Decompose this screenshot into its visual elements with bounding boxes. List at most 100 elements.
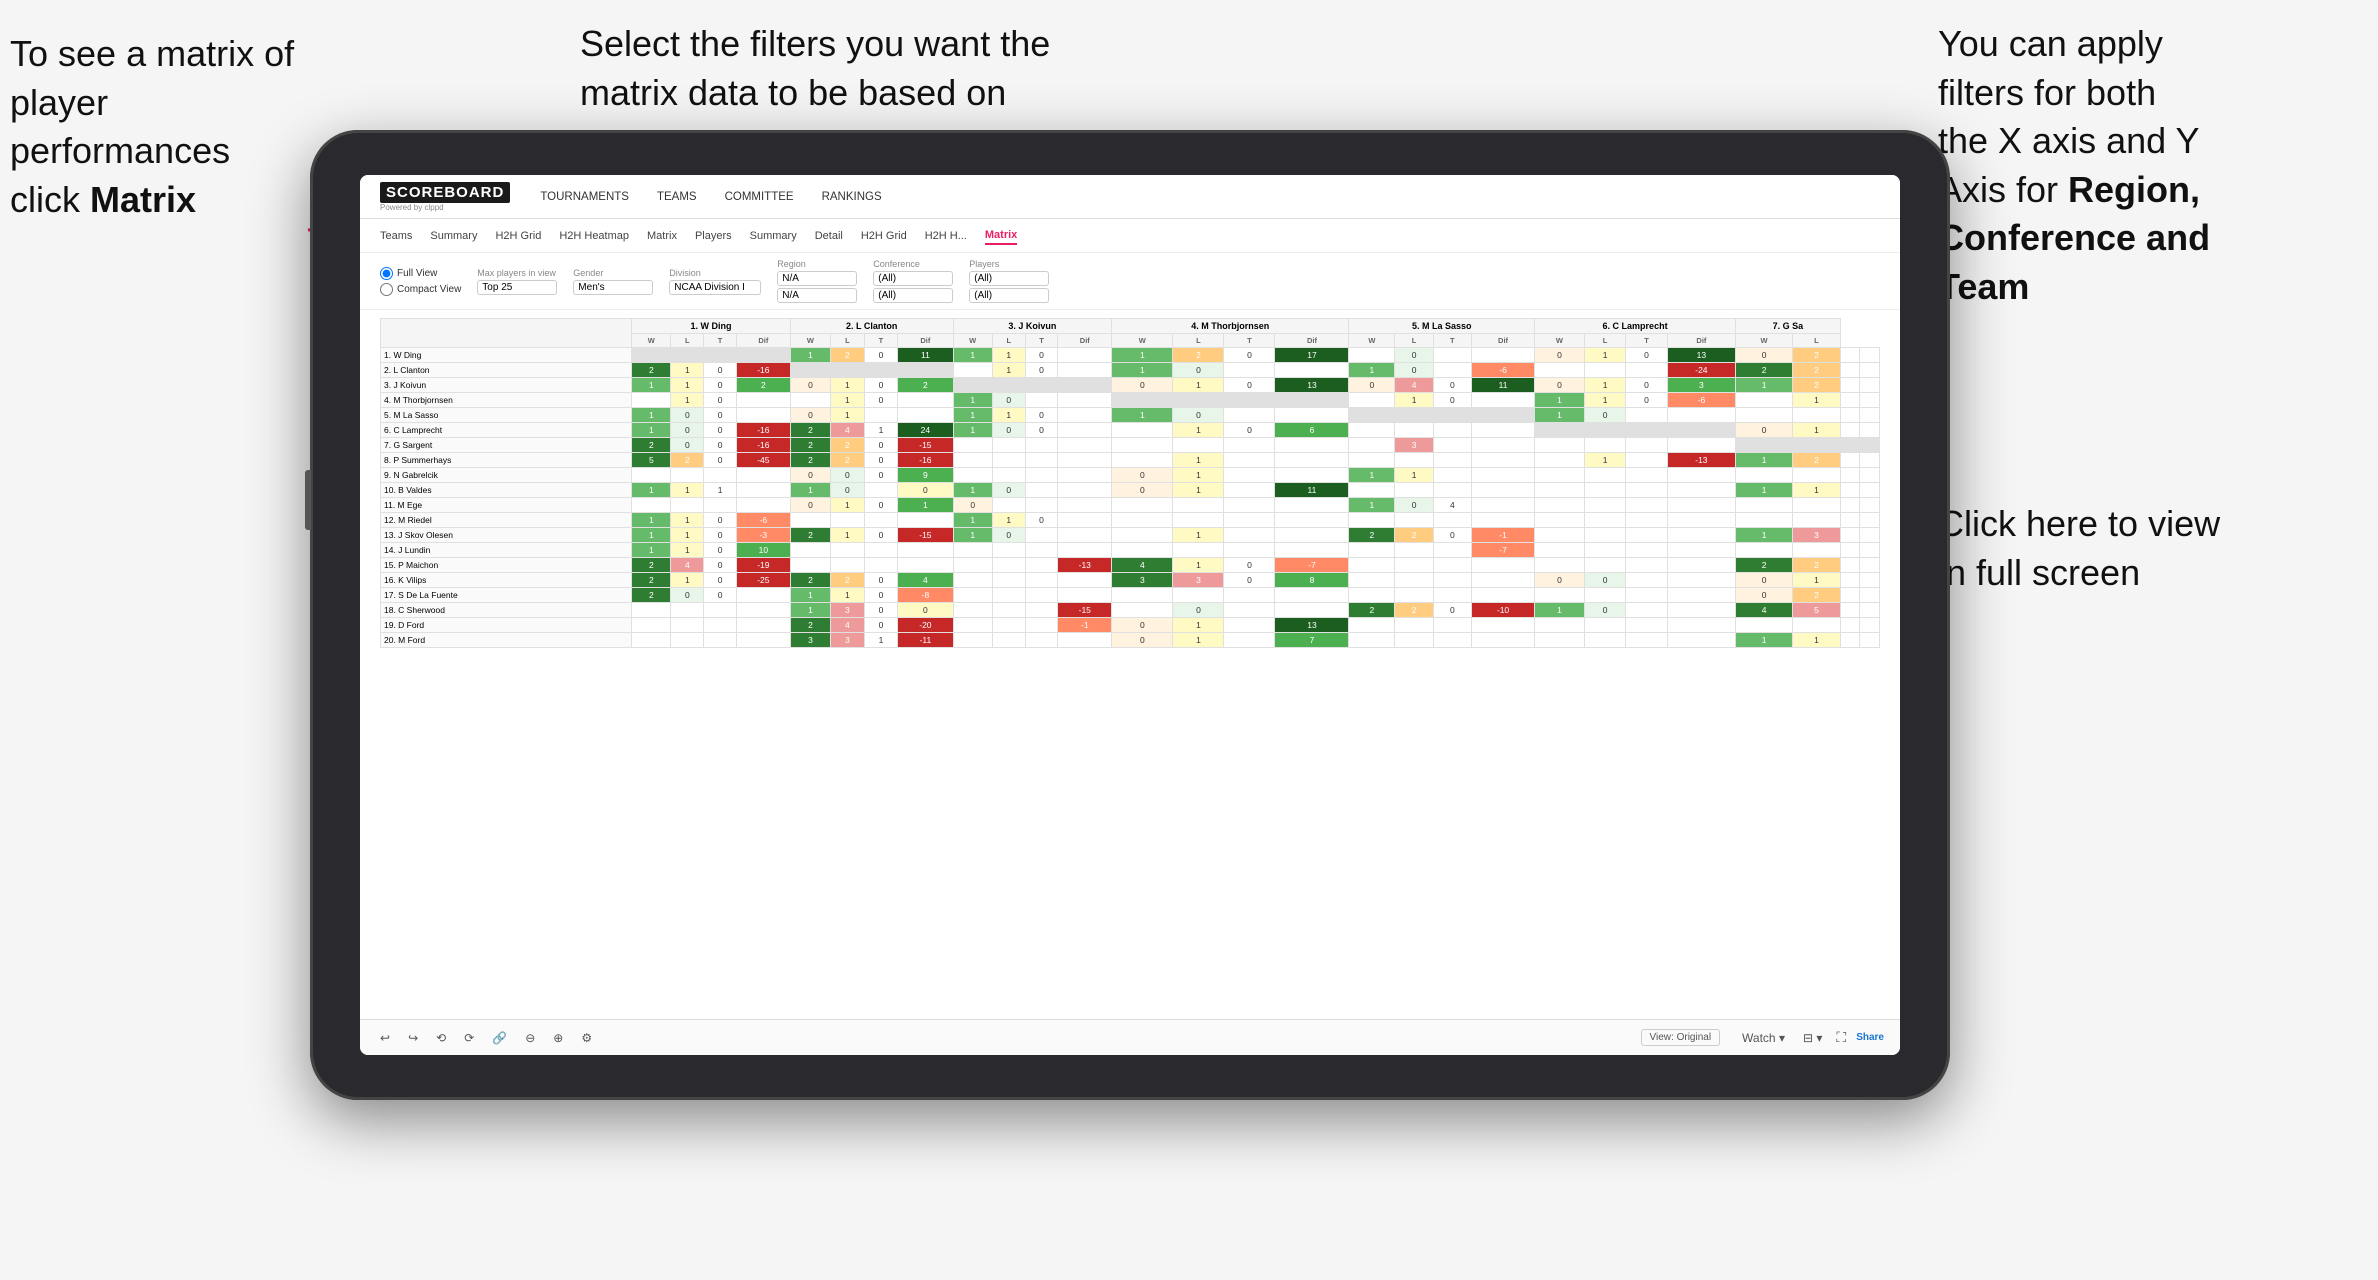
share-btn[interactable]: Share: [1856, 1032, 1884, 1043]
view-full-label[interactable]: Full View: [380, 267, 461, 280]
matrix-cell: [1840, 453, 1860, 468]
matrix-cell: 0: [1224, 558, 1275, 573]
player-name-cell: 19. D Ford: [381, 618, 632, 633]
matrix-cell: [898, 393, 953, 408]
players-select-1[interactable]: (All): [969, 271, 1049, 286]
matrix-cell: [1860, 408, 1880, 423]
col-header-2: 2. L Clanton: [790, 319, 953, 334]
matrix-cell: [1224, 483, 1275, 498]
matrix-cell: [1349, 573, 1395, 588]
nav-committee[interactable]: COMMITTEE: [725, 187, 794, 207]
settings-btn[interactable]: ⚙: [577, 1029, 596, 1047]
players-select-2[interactable]: (All): [969, 288, 1049, 303]
matrix-cell: 0: [1626, 393, 1667, 408]
minus-btn[interactable]: ⊖: [521, 1029, 539, 1047]
matrix-cell: 1: [953, 408, 992, 423]
view-full-radio[interactable]: [380, 267, 393, 280]
matrix-cell: [1058, 498, 1112, 513]
view-compact-radio[interactable]: [380, 283, 393, 296]
matrix-cell: [1224, 528, 1275, 543]
matrix-cell: 0: [704, 378, 737, 393]
matrix-area: 1. W Ding 2. L Clanton 3. J Koivun 4. M …: [360, 310, 1900, 1019]
scoreboard-logo: SCOREBOARD Powered by clppd: [380, 182, 510, 212]
tab-h2h-grid2[interactable]: H2H Grid: [861, 228, 907, 244]
tab-h2h-h[interactable]: H2H H...: [925, 228, 967, 244]
undo-btn[interactable]: ↩: [376, 1029, 394, 1047]
matrix-cell: 17: [1275, 348, 1349, 363]
matrix-cell: 2: [831, 438, 865, 453]
matrix-cell: [1626, 633, 1667, 648]
gender-select[interactable]: Men's: [573, 280, 653, 295]
plus-btn[interactable]: ⊕: [549, 1029, 567, 1047]
matrix-cell: [1535, 543, 1585, 558]
matrix-cell: 1: [632, 408, 671, 423]
sub-l2: L: [831, 334, 865, 348]
ann-rt-l3: the X axis and Y: [1938, 120, 2200, 161]
undo2-btn[interactable]: ⟲: [432, 1029, 450, 1047]
matrix-cell: [1535, 453, 1585, 468]
tab-teams[interactable]: Teams: [380, 228, 412, 244]
region-select-1[interactable]: N/A: [777, 271, 857, 286]
matrix-cell: [992, 573, 1025, 588]
matrix-cell: 0: [704, 588, 737, 603]
tab-matrix[interactable]: Matrix: [985, 227, 1017, 245]
redo-btn[interactable]: ↪: [404, 1029, 422, 1047]
matrix-cell: [1025, 393, 1058, 408]
matrix-cell: 0: [864, 588, 898, 603]
matrix-cell: [1667, 633, 1735, 648]
matrix-cell: [1840, 528, 1860, 543]
sub-t5: T: [1433, 334, 1471, 348]
matrix-cell: [1584, 423, 1625, 438]
matrix-cell: 3: [1112, 573, 1173, 588]
matrix-cell: [1433, 573, 1471, 588]
division-select[interactable]: NCAA Division I: [669, 280, 761, 295]
fullscreen-btn[interactable]: ⛶: [1836, 1029, 1846, 1046]
conference-select-1[interactable]: (All): [873, 271, 953, 286]
matrix-cell: 1: [992, 348, 1025, 363]
tab-players[interactable]: Players: [695, 228, 732, 244]
matrix-cell: 4: [1395, 378, 1433, 393]
matrix-cell: 1: [1349, 468, 1395, 483]
matrix-cell: 1: [671, 393, 704, 408]
matrix-cell: 1: [1736, 528, 1793, 543]
watch-btn[interactable]: Watch ▾: [1738, 1029, 1789, 1047]
tab-summary2[interactable]: Summary: [750, 228, 797, 244]
matrix-cell: 0: [1173, 603, 1224, 618]
matrix-cell: 1: [1584, 393, 1625, 408]
matrix-cell: [1349, 543, 1395, 558]
matrix-cell: [953, 618, 992, 633]
region-select-2[interactable]: N/A: [777, 288, 857, 303]
table-row: 19. D Ford240-20-10113: [381, 618, 1880, 633]
main-navigation: TOURNAMENTS TEAMS COMMITTEE RANKINGS: [540, 187, 881, 207]
tab-h2h-heatmap[interactable]: H2H Heatmap: [559, 228, 629, 244]
matrix-cell: [632, 603, 671, 618]
nav-tournaments[interactable]: TOURNAMENTS: [540, 187, 629, 207]
tab-detail[interactable]: Detail: [815, 228, 843, 244]
matrix-cell: [992, 468, 1025, 483]
matrix-cell: 13: [1275, 378, 1349, 393]
view-compact-label[interactable]: Compact View: [380, 283, 461, 296]
refresh-btn[interactable]: ⟳: [460, 1029, 478, 1047]
max-players-select[interactable]: Top 25: [477, 280, 557, 295]
tab-summary[interactable]: Summary: [430, 228, 477, 244]
matrix-cell: [1433, 513, 1471, 528]
matrix-cell: 3: [790, 633, 830, 648]
matrix-cell: [1626, 558, 1667, 573]
matrix-cell: 2: [831, 453, 865, 468]
matrix-cell: 0: [704, 453, 737, 468]
tab-h2h-grid[interactable]: H2H Grid: [495, 228, 541, 244]
matrix-cell: [1275, 513, 1349, 528]
matrix-cell: 1: [1793, 423, 1841, 438]
matrix-cell: [1058, 543, 1112, 558]
nav-teams[interactable]: TEAMS: [657, 187, 697, 207]
nav-rankings[interactable]: RANKINGS: [822, 187, 882, 207]
tab-matrix-players[interactable]: Matrix: [647, 228, 677, 244]
link-btn[interactable]: 🔗: [488, 1029, 511, 1047]
conference-select-2[interactable]: (All): [873, 288, 953, 303]
view-compact-text: Compact View: [397, 284, 461, 295]
display-btn[interactable]: ⊟ ▾: [1799, 1029, 1826, 1047]
matrix-cell: [1349, 423, 1395, 438]
sub-w7: W: [1736, 334, 1793, 348]
view-original-btn[interactable]: View: Original: [1641, 1029, 1721, 1046]
sub-dif1: Dif: [736, 334, 790, 348]
